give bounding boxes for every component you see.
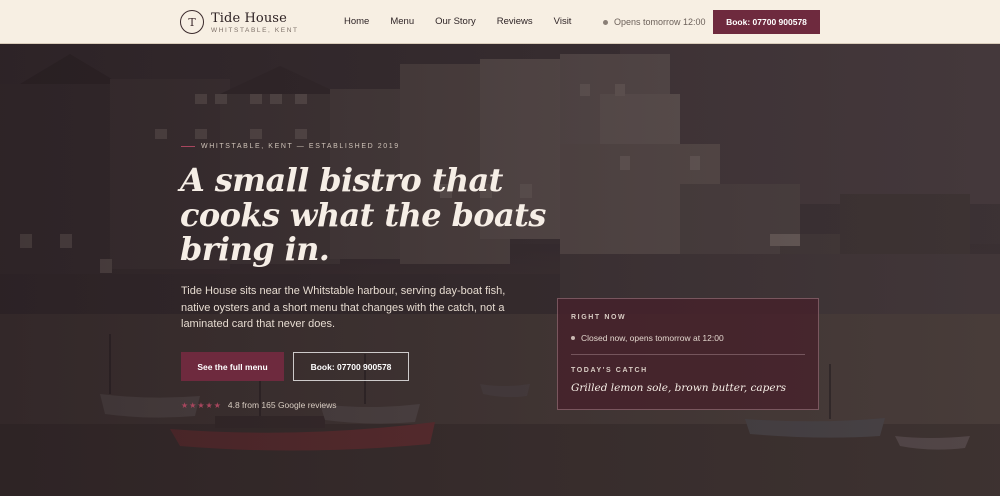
opening-status: Opens tomorrow 12:00 xyxy=(603,17,706,27)
brand-location: WHITSTABLE, KENT xyxy=(211,27,299,34)
nav-visit[interactable]: Visit xyxy=(554,16,572,27)
rating-text: 4.8 from 165 Google reviews xyxy=(227,400,337,410)
header-book-button[interactable]: Book: 07700 900578 xyxy=(713,10,820,34)
info-card: RIGHT NOW Closed now, opens tomorrow at … xyxy=(557,298,819,410)
card-status-text: Closed now, opens tomorrow at 12:00 xyxy=(581,333,724,343)
nav-our-story[interactable]: Our Story xyxy=(435,16,476,27)
see-menu-button[interactable]: See the full menu xyxy=(181,352,284,381)
right-now-label: RIGHT NOW xyxy=(571,314,627,321)
hero-section xyxy=(0,44,1000,496)
todays-catch-label: TODAY'S CATCH xyxy=(571,367,648,374)
status-dot-icon xyxy=(571,336,575,340)
status-dot-icon xyxy=(603,19,608,25)
eyebrow-text: WHITSTABLE, KENT — ESTABLISHED 2019 xyxy=(201,143,400,150)
nav-home[interactable]: Home xyxy=(344,16,369,27)
hero-overlay xyxy=(0,44,1000,496)
nav-reviews[interactable]: Reviews xyxy=(497,16,533,27)
opening-status-text: Opens tomorrow 12:00 xyxy=(614,17,706,27)
hero-headline: A small bistro that cooks what the boats… xyxy=(180,161,546,268)
star-icon: ★★★★★ xyxy=(181,400,222,410)
main-nav: Home Menu Our Story Reviews Visit xyxy=(344,16,592,27)
card-status: Closed now, opens tomorrow at 12:00 xyxy=(571,333,724,343)
logo-mark[interactable]: T xyxy=(180,10,204,34)
site-header: T Tide House WHITSTABLE, KENT Home Menu … xyxy=(0,0,1000,44)
card-divider xyxy=(571,354,805,355)
hero-intro: Tide House sits near the Whitstable harb… xyxy=(181,285,506,330)
nav-menu[interactable]: Menu xyxy=(390,16,414,27)
eyebrow-rule xyxy=(181,146,195,147)
hero-book-button[interactable]: Book: 07700 900578 xyxy=(293,352,409,381)
hero-eyebrow: WHITSTABLE, KENT — ESTABLISHED 2019 xyxy=(181,143,400,150)
rating[interactable]: ★★★★★ 4.8 from 165 Google reviews xyxy=(181,400,337,410)
todays-catch-dish: Grilled lemon sole, brown butter, capers xyxy=(571,382,786,394)
brand-name[interactable]: Tide House xyxy=(211,11,287,26)
